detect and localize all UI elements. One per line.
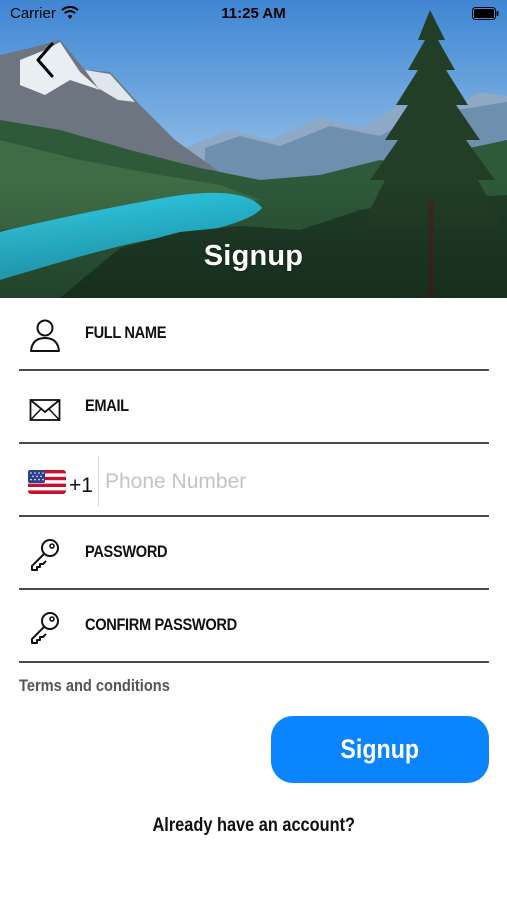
password-field[interactable]: PASSWORD <box>19 517 489 590</box>
terms-link[interactable]: Terms and conditions <box>19 676 170 696</box>
chevron-left-icon <box>36 42 54 78</box>
phone-number-input[interactable] <box>105 467 475 497</box>
page-title: Signup <box>203 240 304 272</box>
status-time: 11:25 AM <box>221 5 286 22</box>
us-flag-icon[interactable] <box>28 470 66 494</box>
battery-icon <box>472 7 499 20</box>
key-icon <box>31 612 59 644</box>
full-name-field[interactable]: FULL NAME <box>19 298 489 371</box>
full-name-label: FULL NAME <box>85 323 167 342</box>
password-label: PASSWORD <box>85 542 168 561</box>
login-link[interactable]: Already have an account? <box>0 815 507 837</box>
signup-button-label: Signup <box>340 734 420 764</box>
email-field[interactable]: EMAIL <box>19 371 489 444</box>
signup-form: FULL NAME EMAIL +1 Phone Number PASSWORD… <box>19 298 489 663</box>
phone-divider <box>98 456 99 506</box>
user-icon <box>30 319 60 352</box>
phone-field[interactable]: +1 <box>19 444 489 517</box>
envelope-icon <box>29 399 61 421</box>
confirm-password-field[interactable]: CONFIRM PASSWORD <box>19 590 489 663</box>
header-banner: Carrier 11:25 AM Signup <box>0 0 507 298</box>
signup-button[interactable]: Signup <box>271 716 489 783</box>
key-icon <box>31 539 59 571</box>
status-bar: Carrier 11:25 AM <box>0 0 507 30</box>
country-code[interactable]: +1 <box>69 474 93 498</box>
back-button[interactable] <box>30 40 64 80</box>
email-label: EMAIL <box>85 396 129 415</box>
confirm-password-label: CONFIRM PASSWORD <box>85 615 237 634</box>
login-link-label: Already have an account? <box>152 815 355 836</box>
